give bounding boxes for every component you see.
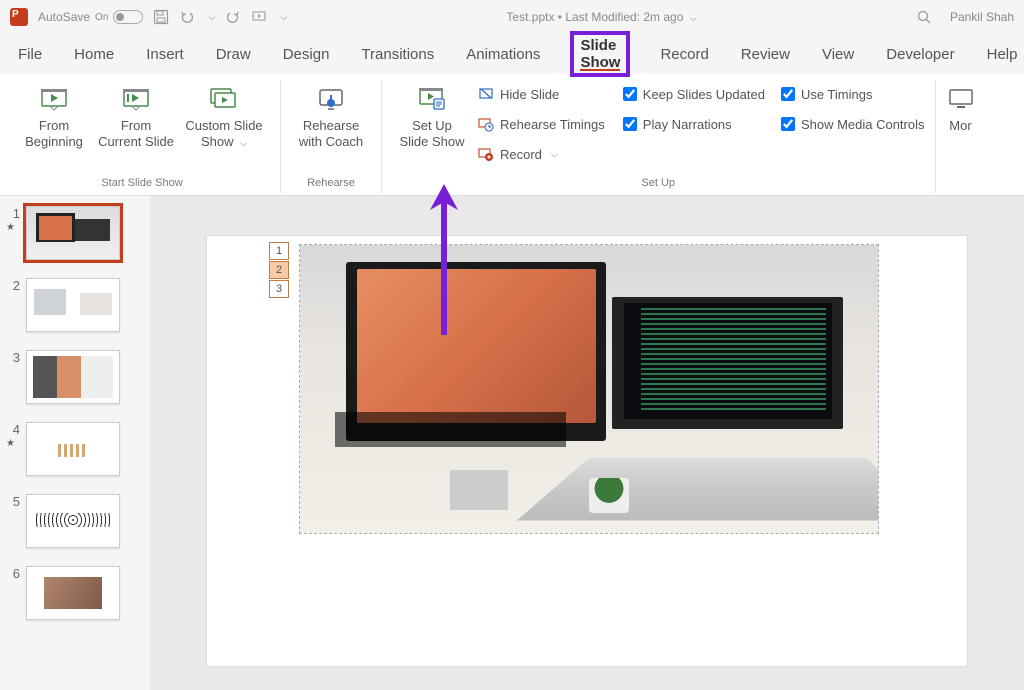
thumbnail-item[interactable]: 1★ xyxy=(6,206,144,260)
group-monitors: Mor xyxy=(936,80,976,193)
animation-star-icon: ★ xyxy=(6,439,20,449)
autosave-state: On xyxy=(95,12,108,23)
autosave-toggle[interactable]: AutoSave On xyxy=(38,10,143,24)
thumbnail-preview[interactable] xyxy=(26,422,120,476)
tab-file[interactable]: File xyxy=(16,42,44,67)
from-beginning-label: From Beginning xyxy=(25,118,83,151)
play-narrations-checkbox[interactable]: Play Narrations xyxy=(623,112,765,136)
undo-icon[interactable] xyxy=(179,9,195,25)
present-icon[interactable] xyxy=(251,9,267,25)
tab-transitions[interactable]: Transitions xyxy=(359,42,436,67)
thumbnail-preview[interactable] xyxy=(26,278,120,332)
monitors-button[interactable]: Mor xyxy=(941,80,976,138)
toggle-icon xyxy=(113,10,143,24)
thumbnail-preview[interactable] xyxy=(26,206,120,260)
group-rehearse: Rehearse with Coach Rehearse xyxy=(281,80,382,193)
thumbnail-preview[interactable] xyxy=(26,350,120,404)
keep-slides-updated-checkbox[interactable]: Keep Slides Updated xyxy=(623,82,765,106)
rehearse-with-coach-label: Rehearse with Coach xyxy=(299,118,363,151)
thumbnail-preview[interactable] xyxy=(26,566,120,620)
qat-overflow-icon[interactable]: ⌵ xyxy=(280,12,287,23)
rehearse-timings-icon xyxy=(478,116,494,132)
animation-marker[interactable]: 3 xyxy=(269,280,289,298)
tab-insert[interactable]: Insert xyxy=(144,42,186,67)
show-media-controls-checkbox[interactable]: Show Media Controls xyxy=(781,112,925,136)
custom-slide-show-icon xyxy=(208,84,240,116)
set-up-slide-show-icon xyxy=(416,84,448,116)
animation-markers: 1 2 3 xyxy=(269,242,289,299)
from-current-label: From Current Slide xyxy=(98,118,174,151)
tab-record[interactable]: Record xyxy=(658,42,710,67)
thumbnail-preview[interactable] xyxy=(26,494,120,548)
tab-view[interactable]: View xyxy=(820,42,856,67)
hide-slide-icon xyxy=(478,86,494,102)
thumbnail-item[interactable]: 5 xyxy=(6,494,144,548)
animation-marker[interactable]: 1 xyxy=(269,242,289,260)
search-icon[interactable] xyxy=(916,9,932,25)
document-title[interactable]: Test.pptx • Last Modified: 2m ago ⌵ xyxy=(287,10,916,24)
rehearse-with-coach-button[interactable]: Rehearse with Coach xyxy=(291,80,371,155)
tab-slide-show[interactable]: Slide Show xyxy=(570,31,630,77)
record-icon xyxy=(478,146,494,162)
thumbnail-item[interactable]: 4★ xyxy=(6,422,144,476)
menu-bar: File Home Insert Draw Design Transitions… xyxy=(0,34,1024,74)
undo-dropdown-icon[interactable]: ⌵ xyxy=(208,12,215,23)
tab-design[interactable]: Design xyxy=(281,42,332,67)
group-set-up: Set Up Slide Show Hide Slide Rehearse Ti… xyxy=(382,80,936,193)
group-label: Rehearse xyxy=(307,175,355,193)
custom-slide-show-button[interactable]: Custom Slide Show ⌵ xyxy=(178,80,270,155)
group-label: Start Slide Show xyxy=(101,175,182,193)
record-button[interactable]: Record ⌵ xyxy=(478,142,605,166)
thumbnail-item[interactable]: 6 xyxy=(6,566,144,620)
current-slide[interactable]: 1 2 3 xyxy=(207,236,967,666)
from-current-icon xyxy=(120,84,152,116)
set-up-slide-show-button[interactable]: Set Up Slide Show xyxy=(392,80,472,155)
from-beginning-button[interactable]: From Beginning xyxy=(14,80,94,155)
tab-animations[interactable]: Animations xyxy=(464,42,542,67)
chevron-down-icon: ⌵ xyxy=(551,149,558,160)
slide-stage[interactable]: 1 2 3 xyxy=(150,196,1024,690)
autosave-label: AutoSave xyxy=(38,10,90,24)
hide-slide-button[interactable]: Hide Slide xyxy=(478,82,605,106)
slide-image-placeholder[interactable] xyxy=(299,244,879,534)
tab-help[interactable]: Help xyxy=(985,42,1020,67)
work-area: 1★ 2 3 4★ 5 6 1 2 3 xyxy=(0,196,1024,690)
rehearse-timings-button[interactable]: Rehearse Timings xyxy=(478,112,605,136)
use-timings-checkbox[interactable]: Use Timings xyxy=(781,82,925,106)
set-up-slide-show-label: Set Up Slide Show xyxy=(399,118,464,151)
rehearse-with-coach-icon xyxy=(315,84,347,116)
monitor-icon xyxy=(945,84,976,116)
user-name[interactable]: Pankil Shah xyxy=(950,10,1014,24)
tab-draw[interactable]: Draw xyxy=(214,42,253,67)
redo-icon[interactable] xyxy=(225,9,241,25)
group-label: Set Up xyxy=(641,175,675,193)
tab-home[interactable]: Home xyxy=(72,42,116,67)
save-icon[interactable] xyxy=(153,9,169,25)
tab-review[interactable]: Review xyxy=(739,42,792,67)
tab-developer[interactable]: Developer xyxy=(884,42,956,67)
animation-star-icon: ★ xyxy=(6,223,20,233)
chevron-down-icon: ⌵ xyxy=(240,138,247,148)
powerpoint-logo-icon xyxy=(10,8,28,26)
thumbnail-item[interactable]: 2 xyxy=(6,278,144,332)
group-start-slide-show: From Beginning From Current Slide Custom… xyxy=(4,80,281,193)
title-bar: AutoSave On ⌵ ⌵ Test.pptx • Last Modifie… xyxy=(0,0,1024,34)
from-beginning-icon xyxy=(38,84,70,116)
thumbnail-panel[interactable]: 1★ 2 3 4★ 5 6 xyxy=(0,196,150,690)
custom-slide-show-label: Custom Slide Show ⌵ xyxy=(185,118,262,151)
ribbon: From Beginning From Current Slide Custom… xyxy=(0,74,1024,196)
from-current-button[interactable]: From Current Slide xyxy=(96,80,176,155)
thumbnail-item[interactable]: 3 xyxy=(6,350,144,404)
animation-marker[interactable]: 2 xyxy=(269,261,289,279)
